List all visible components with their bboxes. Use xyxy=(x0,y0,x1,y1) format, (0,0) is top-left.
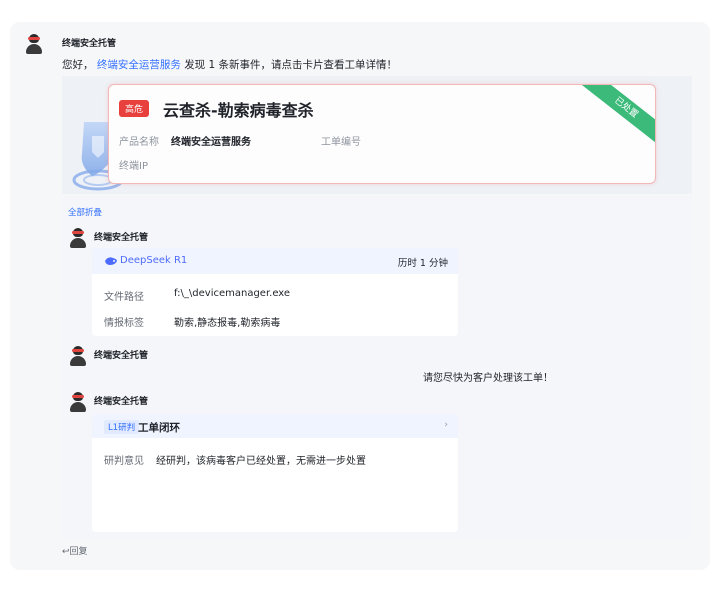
ticket-label: 工单编号 xyxy=(321,137,361,148)
opinion-value: 经研判，该病毒客户已经处置，无需进一步处置 xyxy=(156,456,366,467)
intel-tag-label: 情报标签 xyxy=(104,318,144,329)
sender-name[interactable]: 终端安全托管 xyxy=(94,394,148,407)
product-label: 产品名称 xyxy=(119,137,159,148)
status-ribbon: 已处置 xyxy=(577,85,655,149)
sender-name[interactable]: 终端安全托管 xyxy=(94,230,148,243)
bot-avatar[interactable] xyxy=(68,228,88,248)
opinion-label: 研判意见 xyxy=(104,456,144,467)
greeting-text: 您好， 终端安全运营服务 发现 1 条新事件，请点击卡片查看工单详情！ xyxy=(62,59,398,71)
bot-avatar[interactable] xyxy=(68,392,88,412)
sender-name[interactable]: 终端安全托管 xyxy=(94,348,148,361)
analysis-card[interactable]: DeepSeek R1 历时 1 分钟 文件路径 f:\_\devicemana… xyxy=(92,248,458,336)
severity-badge: 高危 xyxy=(119,100,150,117)
closed-card-title: 工单闭环 xyxy=(138,422,180,434)
ticket-closed-card[interactable]: L1研判 工单闭环 › 研判意见 经研判，该病毒客户已经处置，无需进一步处置 xyxy=(92,414,458,532)
file-path-label: 文件路径 xyxy=(104,292,144,303)
reply-button[interactable]: ↩回复 xyxy=(62,544,88,557)
sender-name[interactable]: 终端安全托管 xyxy=(62,36,116,49)
incident-card[interactable]: 高危 云查杀-勒索病毒查杀 产品名称 终端安全运营服务 工单编号 终端IP 已处… xyxy=(108,84,656,184)
l1-tag: L1研判 xyxy=(104,420,140,434)
product-value: 终端安全运营服务 xyxy=(171,137,251,148)
ip-label: 终端IP xyxy=(119,161,148,172)
reminder-message: 请您尽快为客户处理该工单！ xyxy=(423,373,553,384)
intel-tag-value: 勒索,静态报毒,勒索病毒 xyxy=(174,318,281,329)
bot-avatar[interactable] xyxy=(24,34,44,54)
service-link[interactable]: 终端安全运营服务 xyxy=(97,59,181,71)
duration-text: 历时 1 分钟 xyxy=(397,258,448,269)
expand-icon[interactable]: › xyxy=(444,420,448,430)
incident-title: 云查杀-勒索病毒查杀 xyxy=(163,101,314,120)
deepseek-whale-icon xyxy=(104,256,118,266)
file-path-value: f:\_\devicemanager.exe xyxy=(174,288,291,299)
model-name: DeepSeek R1 xyxy=(120,255,188,266)
collapse-all-link[interactable]: 全部折叠 xyxy=(68,206,102,218)
bot-avatar[interactable] xyxy=(68,346,88,366)
